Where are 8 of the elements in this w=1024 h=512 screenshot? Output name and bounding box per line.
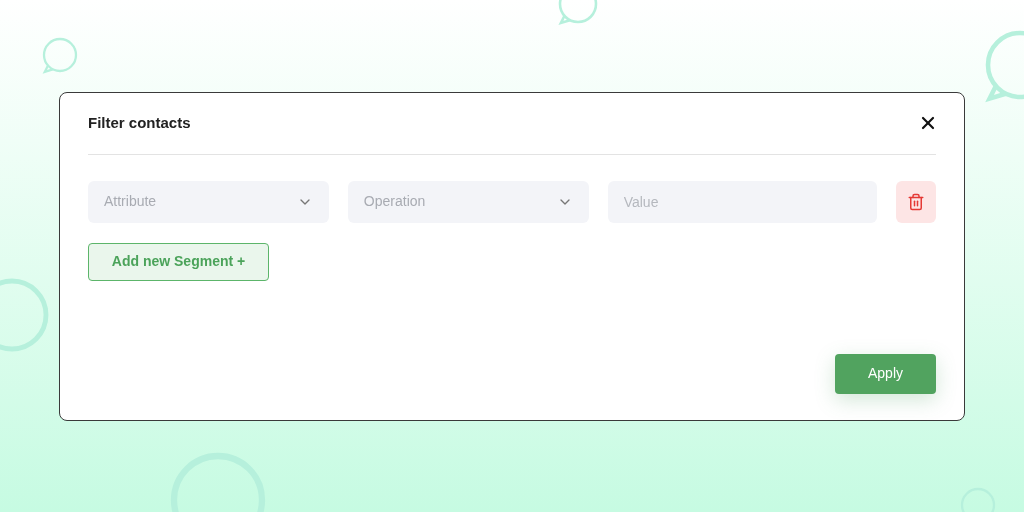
apply-button[interactable]: Apply	[835, 353, 936, 394]
value-field[interactable]: Value	[607, 180, 878, 223]
dropdown-field[interactable]: Operation	[347, 180, 589, 223]
trash-icon	[907, 192, 926, 211]
dropdown-field[interactable]: Attribute	[88, 180, 329, 223]
add-segment-button[interactable]: Add new Segment +	[88, 242, 269, 281]
dialog-title: Filter contacts	[88, 112, 191, 133]
delete-button[interactable]	[896, 180, 936, 223]
